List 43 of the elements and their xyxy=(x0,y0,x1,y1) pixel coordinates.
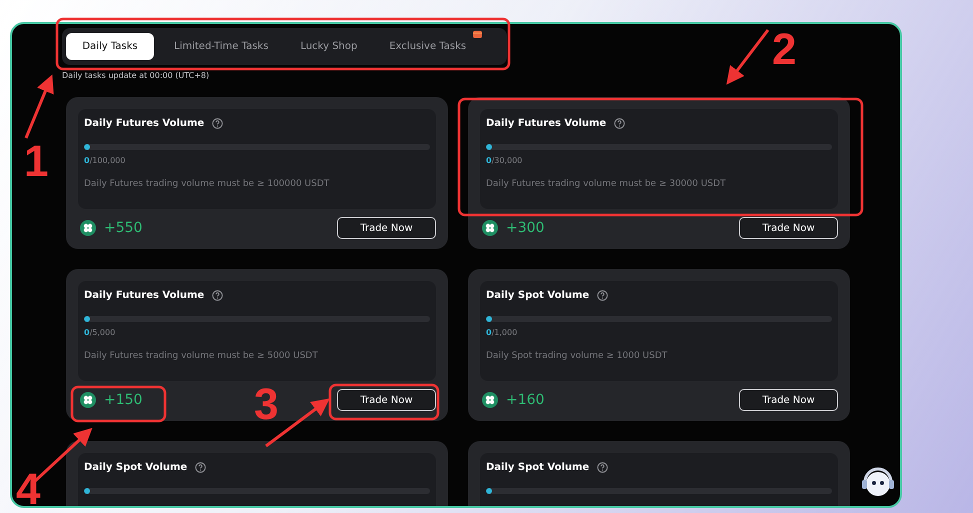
coin-icon xyxy=(482,392,498,408)
task-title: Daily Futures Volume xyxy=(486,118,606,129)
reward-amount: +150 xyxy=(104,392,142,408)
tab[interactable]: Limited-Time Tasks xyxy=(162,33,280,60)
annotation-arrow xyxy=(24,74,54,139)
tab[interactable]: Lucky Shop xyxy=(288,33,370,60)
annotation-number: 1 xyxy=(24,140,48,184)
reward-amount: +550 xyxy=(104,220,142,236)
annotation-number: 4 xyxy=(16,468,40,512)
task-description: Daily Futures trading volume must be ≥ 5000 USDT xyxy=(84,351,319,361)
progress-count: 0/5,000 xyxy=(84,328,116,337)
trade-now-button[interactable]: Trade Now xyxy=(739,389,838,411)
reward-amount: +160 xyxy=(506,392,544,408)
trade-now-button[interactable]: Trade Now xyxy=(739,217,838,239)
help-icon[interactable] xyxy=(212,118,224,129)
help-icon[interactable] xyxy=(597,290,608,301)
coin-icon xyxy=(80,220,96,236)
help-icon[interactable] xyxy=(212,290,224,301)
help-icon[interactable] xyxy=(614,118,626,129)
annotation-number: 3 xyxy=(254,383,278,427)
task-title: Daily Spot Volume xyxy=(486,462,590,473)
reward-amount: +300 xyxy=(506,220,544,236)
progress-count: 0/1,000 xyxy=(486,328,518,337)
annotation-arrow xyxy=(726,29,770,85)
task-title: Daily Futures Volume xyxy=(84,118,204,129)
coin-icon xyxy=(482,220,498,236)
trade-now-button[interactable]: Trade Now xyxy=(337,217,436,239)
annotation-number: 2 xyxy=(772,28,796,72)
help-icon[interactable] xyxy=(195,462,206,473)
task-description: Daily Spot trading volume ≥ 1000 USDT xyxy=(486,351,668,361)
help-icon[interactable] xyxy=(597,462,608,473)
progress-count: 0/30,000 xyxy=(486,156,524,165)
task-description: Daily Futures trading volume must be ≥ 30000 USDT xyxy=(486,179,727,189)
tab[interactable]: Exclusive Tasks xyxy=(377,33,478,60)
task-title: Daily Futures Volume xyxy=(84,290,204,301)
tab[interactable]: Daily Tasks xyxy=(66,33,154,60)
task-title: Daily Spot Volume xyxy=(84,462,188,473)
task-title: Daily Spot Volume xyxy=(486,290,590,301)
progress-count: 0/100,000 xyxy=(84,156,126,165)
task-description: Daily Futures trading volume must be ≥ 100000 USDT xyxy=(84,179,330,189)
coin-icon xyxy=(80,392,96,408)
trade-now-button[interactable]: Trade Now xyxy=(337,389,436,411)
update-note: Daily tasks update at 00:00 (UTC+8) xyxy=(62,71,210,80)
